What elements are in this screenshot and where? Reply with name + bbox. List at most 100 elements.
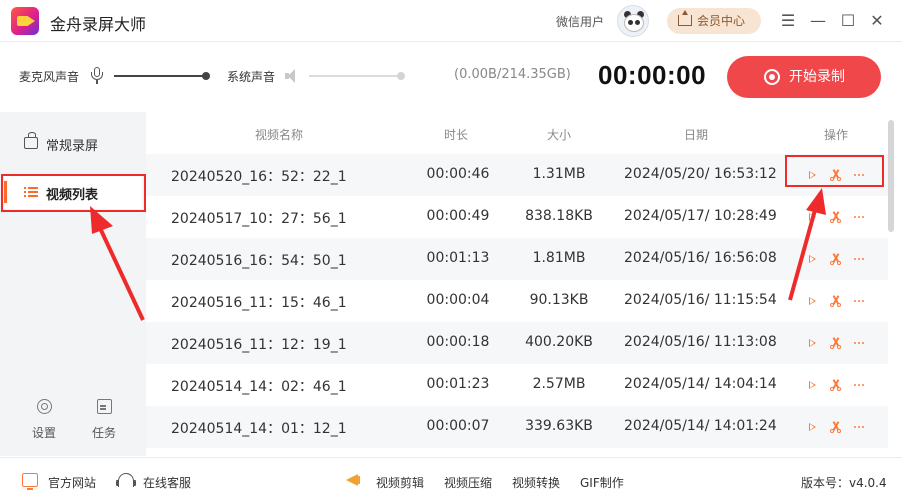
more-options-icon[interactable] [853, 336, 867, 350]
tasks-label: 任务 [91, 426, 116, 440]
start-record-label: 开始录制 [789, 69, 845, 85]
scissors-icon[interactable] [829, 252, 843, 266]
more-options-icon[interactable] [853, 420, 867, 434]
play-icon[interactable] [806, 252, 820, 266]
date-cell: 2024/05/16/ 16:56:08 [624, 250, 777, 266]
record-toolbar: 麦克风声音 系统声音 (0.00B/214.35GB) 00:00:00 开始录… [0, 43, 902, 111]
tool-link-video-edit[interactable]: 视频剪辑 [376, 474, 424, 491]
table-row[interactable]: 20240520_16：52：22_1 00:00:46 1.31MB 2024/05… [146, 154, 888, 196]
tool-link-video-convert[interactable]: 视频转换 [512, 474, 560, 491]
video-name-cell: 20240520_16：52：22_1 [171, 169, 347, 185]
maximize-button[interactable]: ☐ [838, 11, 858, 31]
title-bar: 金舟录屏大师 微信用户 会员中心 ☰ — ☐ ✕ [0, 0, 902, 42]
sidebar-item-regular-record[interactable]: 常规录屏 [4, 126, 142, 160]
play-icon[interactable] [806, 378, 820, 392]
duration-cell: 00:00:18 [426, 334, 490, 350]
column-header-size: 大小 [546, 128, 571, 142]
tool-link-gif-maker[interactable]: GIF制作 [580, 474, 624, 491]
video-name-cell: 20240517_10：27：56_1 [171, 211, 347, 227]
size-cell: 1.31MB [532, 166, 586, 182]
version-label: 版本号：v4.0.4 [801, 476, 887, 490]
app-title: 金舟录屏大师 [50, 15, 147, 34]
speaker-icon[interactable] [285, 69, 301, 83]
play-icon[interactable] [806, 420, 820, 434]
close-button[interactable]: ✕ [867, 11, 887, 31]
start-record-button[interactable]: 开始录制 [727, 56, 881, 98]
online-support-link[interactable]: 在线客服 [143, 474, 191, 491]
duration-cell: 00:00:04 [426, 292, 490, 308]
table-row[interactable]: 20240514_14：01：12_1 00:00:07 339.63KB 2024/… [146, 406, 888, 448]
play-icon[interactable] [806, 210, 820, 224]
more-options-icon[interactable] [853, 378, 867, 392]
megaphone-icon [343, 471, 363, 489]
system-slider-fill [309, 75, 401, 77]
record-timer: 00:00:00 [598, 60, 707, 90]
date-cell: 2024/05/17/ 10:28:49 [624, 208, 777, 224]
duration-cell: 00:01:13 [426, 250, 490, 266]
avatar[interactable] [617, 5, 649, 37]
play-icon[interactable] [806, 336, 820, 350]
table-row[interactable]: 20240517_10：27：56_1 00:00:49 838.18KB 2024/… [146, 196, 888, 238]
scrollbar[interactable] [888, 120, 894, 232]
system-slider-knob[interactable] [397, 72, 405, 80]
video-name-cell: 20240514_14：01：12_1 [171, 421, 347, 437]
mic-label: 麦克风声音 [19, 70, 80, 84]
duration-cell: 00:01:23 [426, 376, 490, 392]
scissors-icon[interactable] [829, 420, 843, 434]
mic-slider-fill [114, 75, 206, 77]
date-cell: 2024/05/16/ 11:15:54 [624, 292, 777, 308]
date-cell: 2024/05/14/ 14:04:14 [624, 376, 777, 392]
date-cell: 2024/05/14/ 14:01:24 [624, 418, 777, 434]
size-cell: 339.63KB [525, 418, 593, 434]
minimize-button[interactable]: — [808, 11, 828, 31]
gear-icon [36, 399, 52, 414]
sidebar: 常规录屏 视频列表 设置 任务 [0, 112, 146, 456]
menu-icon[interactable]: ☰ [778, 11, 798, 31]
column-header-actions: 操作 [823, 128, 848, 142]
table-row[interactable]: 20240516_16：54：50_1 00:01:13 1.81MB 2024/05… [146, 238, 888, 280]
camera-icon [24, 132, 38, 149]
play-icon[interactable] [806, 294, 820, 308]
headset-icon [116, 473, 136, 487]
tool-link-video-compress[interactable]: 视频压缩 [444, 474, 492, 491]
clipboard-icon [96, 399, 112, 414]
website-icon [22, 473, 38, 490]
table-row[interactable]: 20240516_11：12：19_1 00:00:18 400.20KB 2024/… [146, 322, 888, 364]
scissors-icon[interactable] [829, 336, 843, 350]
date-cell: 2024/05/16/ 11:13:08 [624, 334, 777, 350]
record-icon [764, 69, 780, 85]
size-cell: 2.57MB [532, 376, 586, 392]
crown-icon [678, 10, 692, 26]
vip-center-button[interactable]: 会员中心 [667, 8, 761, 34]
table-row[interactable]: 20240516_11：15：46_1 00:00:04 90.13KB 2024/0… [146, 280, 888, 322]
annotation-box-video-list [1, 174, 146, 212]
column-header-duration: 时长 [443, 128, 468, 142]
official-site-link[interactable]: 官方网站 [48, 474, 96, 491]
size-cell: 90.13KB [529, 292, 589, 308]
column-header-date: 日期 [683, 128, 708, 142]
user-name[interactable]: 微信用户 [556, 13, 604, 30]
microphone-icon[interactable] [91, 67, 103, 85]
more-options-icon[interactable] [853, 294, 867, 308]
more-options-icon[interactable] [853, 252, 867, 266]
table-row[interactable]: 20240514_14：02：46_1 00:01:23 2.57MB 2024/05… [146, 364, 888, 406]
tasks-button[interactable]: 任务 [84, 399, 124, 441]
mic-slider-knob[interactable] [202, 72, 210, 80]
vip-center-label: 会员中心 [697, 14, 746, 28]
video-name-cell: 20240516_11：15：46_1 [171, 295, 347, 311]
scissors-icon[interactable] [829, 210, 843, 224]
video-name-cell: 20240516_16：54：50_1 [171, 253, 347, 269]
column-header-name: 视频名称 [254, 128, 303, 142]
bottom-bar: 官方网站 在线客服 视频剪辑 视频压缩 视频转换 GIF制作 版本号：v4.0.… [0, 457, 902, 502]
sidebar-item-label: 常规录屏 [46, 139, 99, 154]
settings-button[interactable]: 设置 [24, 399, 64, 441]
scissors-icon[interactable] [829, 294, 843, 308]
size-cell: 1.81MB [532, 250, 586, 266]
duration-cell: 00:00:07 [426, 418, 490, 434]
video-name-cell: 20240514_14：02：46_1 [171, 379, 347, 395]
video-name-cell: 20240516_11：12：19_1 [171, 337, 347, 353]
size-cell: 838.18KB [525, 208, 593, 224]
more-options-icon[interactable] [853, 210, 867, 224]
scissors-icon[interactable] [829, 378, 843, 392]
duration-cell: 00:00:49 [426, 208, 490, 224]
